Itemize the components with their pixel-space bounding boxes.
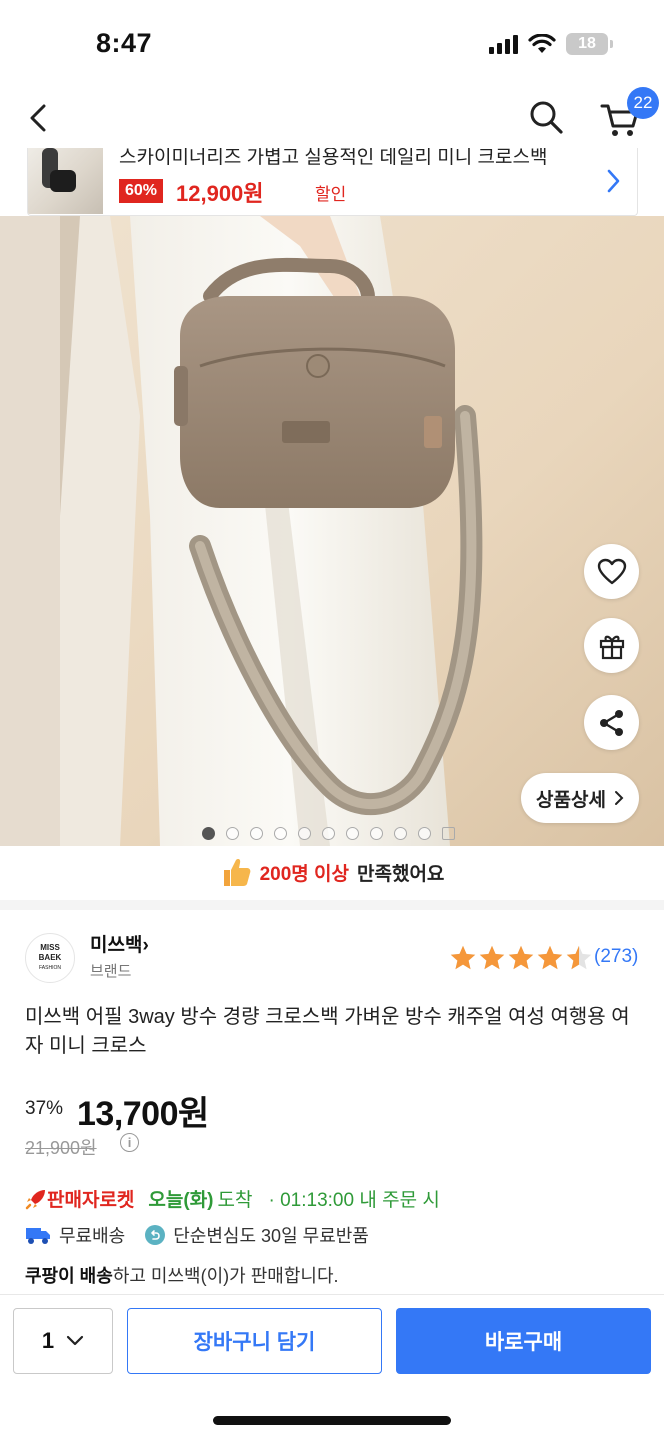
gallery-pagination[interactable] bbox=[202, 827, 455, 840]
buy-now-button[interactable]: 바로구매 bbox=[396, 1308, 651, 1374]
sale-price: 13,700원 bbox=[77, 1095, 209, 1133]
add-to-cart-button[interactable]: 장바구니 담기 bbox=[127, 1308, 382, 1374]
quantity-select[interactable]: 1 bbox=[13, 1308, 113, 1374]
brand-logo[interactable]: MISS BAEK FASHION bbox=[25, 933, 75, 983]
wifi-icon bbox=[528, 34, 556, 53]
search-icon[interactable] bbox=[526, 97, 566, 137]
gallery-dot[interactable] bbox=[394, 827, 407, 840]
star-icon bbox=[537, 945, 563, 970]
gallery-dot[interactable] bbox=[298, 827, 311, 840]
gallery-dot[interactable] bbox=[418, 827, 431, 840]
order-cutoff: · 01:13:00 내 주문 시 bbox=[268, 1190, 440, 1211]
signal-icon bbox=[489, 34, 518, 54]
promo-price: 12,900원 bbox=[176, 181, 264, 206]
brand-type: 브랜드 bbox=[90, 963, 132, 980]
star-icon bbox=[450, 945, 476, 970]
wishlist-button[interactable] bbox=[584, 544, 639, 599]
satisfaction-banner: 200명 이상 만족했어요 bbox=[0, 852, 664, 892]
product-detail-label: 상품상세 bbox=[536, 789, 606, 811]
rating-stars[interactable] bbox=[449, 944, 593, 972]
arrival-word: 도착 bbox=[217, 1190, 253, 1211]
star-icon bbox=[508, 945, 534, 970]
promo-banner[interactable]: 스카이미너리즈 가볍고 실용적인 데일리 미니 크로스백 60% 12,900원… bbox=[27, 148, 638, 216]
gallery-dot[interactable] bbox=[370, 827, 383, 840]
share-button[interactable] bbox=[584, 695, 639, 750]
truck-icon bbox=[26, 1228, 50, 1244]
satisfaction-count: 200명 이상 bbox=[259, 863, 349, 885]
original-price: 21,900원 bbox=[25, 1138, 97, 1158]
rocket-icon bbox=[25, 1189, 45, 1209]
heart-icon bbox=[597, 558, 626, 584]
delivery-info: 판매자로켓 오늘(화) 도착 · 01:13:00 내 주문 시 bbox=[25, 1185, 440, 1212]
chevron-right-icon bbox=[614, 791, 624, 805]
promo-sale-label: 할인 bbox=[315, 185, 347, 204]
brand-link[interactable]: 미쓰백› bbox=[90, 930, 149, 957]
star-icon bbox=[566, 945, 592, 970]
product-title: 미쓰백 어필 3way 방수 경량 크로스백 가벼운 방수 캐주얼 여성 여행용… bbox=[25, 1006, 630, 1057]
arrival-day: 오늘(화) bbox=[148, 1190, 214, 1211]
product-detail-button[interactable]: 상품상세 bbox=[521, 773, 639, 823]
brand-name: 미쓰백 bbox=[90, 935, 143, 956]
share-icon bbox=[599, 709, 623, 736]
return-icon bbox=[145, 1225, 166, 1245]
gallery-dot[interactable] bbox=[346, 827, 359, 840]
quantity-value: 1 bbox=[41, 1328, 55, 1353]
shipping-info: 무료배송 단순변심도 30일 무료반품 bbox=[25, 1222, 369, 1248]
gallery-dot[interactable] bbox=[250, 827, 263, 840]
promo-thumbnail bbox=[28, 148, 103, 214]
gallery-dot[interactable] bbox=[322, 827, 335, 840]
return-policy: 단순변심도 30일 무료반품 bbox=[173, 1226, 369, 1246]
chevron-right-icon: › bbox=[142, 935, 149, 956]
product-image-gallery[interactable]: 상품상세 bbox=[0, 216, 664, 846]
product-photo bbox=[0, 216, 664, 846]
satisfaction-text: 만족했어요 bbox=[357, 863, 445, 885]
star-icon bbox=[479, 945, 505, 970]
gallery-dot[interactable] bbox=[226, 827, 239, 840]
gift-icon bbox=[599, 635, 624, 659]
top-nav: 22 bbox=[0, 87, 664, 148]
promo-discount-badge: 60% bbox=[119, 179, 164, 203]
rocket-label: 판매자로켓 bbox=[47, 1190, 135, 1211]
back-icon[interactable] bbox=[20, 98, 60, 138]
bottom-action-bar: 1 장바구니 담기 바로구매 bbox=[0, 1294, 664, 1440]
battery-indicator: 18 bbox=[566, 33, 613, 55]
cart-count-badge: 22 bbox=[627, 87, 659, 119]
status-time: 8:47 bbox=[96, 28, 153, 58]
discount-rate: 37% bbox=[25, 1098, 64, 1119]
info-icon[interactable]: i bbox=[120, 1133, 139, 1152]
status-indicators: 18 bbox=[489, 33, 613, 55]
section-divider bbox=[0, 900, 664, 910]
seller-bold: 쿠팡이 배송 bbox=[25, 1266, 113, 1286]
home-indicator bbox=[213, 1416, 451, 1425]
gallery-dot[interactable] bbox=[202, 827, 215, 840]
promo-title: 스카이미너리즈 가볍고 실용적인 데일리 미니 크로스백 bbox=[119, 148, 548, 168]
chevron-right-icon bbox=[607, 169, 620, 193]
gallery-grid-icon[interactable] bbox=[442, 827, 455, 840]
seller-rest: 하고 미쓰백(이)가 판매합니다. bbox=[112, 1266, 339, 1286]
thumbs-up-icon bbox=[223, 859, 250, 886]
free-shipping: 무료배송 bbox=[59, 1226, 126, 1246]
gallery-dot[interactable] bbox=[274, 827, 287, 840]
chevron-down-icon bbox=[67, 1335, 84, 1346]
seller-info: 쿠팡이 배송하고 미쓰백(이)가 판매합니다. bbox=[25, 1262, 339, 1288]
gift-button[interactable] bbox=[584, 618, 639, 673]
review-count[interactable]: (273) bbox=[594, 946, 638, 968]
status-bar: 8:47 18 bbox=[0, 0, 664, 90]
